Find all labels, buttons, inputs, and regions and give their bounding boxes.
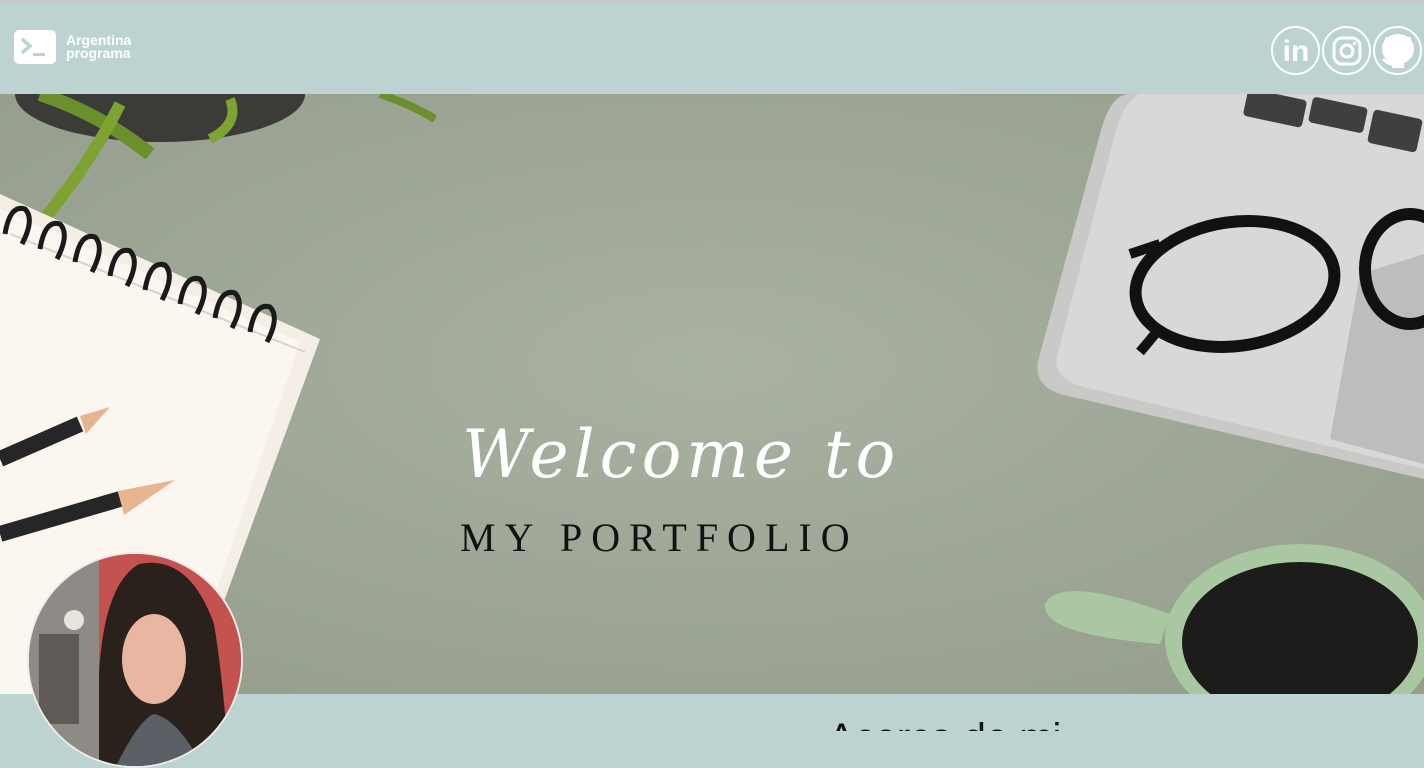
about-heading: Acerca de mi — [828, 716, 1061, 731]
logo-text: Argentina programa — [66, 33, 131, 61]
portfolio-subheading: MY PORTFOLIO — [460, 515, 859, 560]
profile-photo — [27, 552, 243, 768]
welcome-heading: Welcome to — [462, 416, 901, 493]
linkedin-icon[interactable]: in — [1271, 26, 1320, 75]
top-navbar: Argentina programa in — [0, 2, 1424, 94]
github-icon[interactable] — [1373, 26, 1422, 75]
social-links: in — [1271, 26, 1422, 75]
instagram-icon[interactable] — [1322, 26, 1371, 75]
argentina-programa-logo[interactable]: Argentina programa — [14, 30, 131, 64]
linkedin-label: in — [1282, 36, 1309, 66]
logo-line-2: programa — [66, 45, 131, 61]
terminal-icon — [14, 30, 56, 64]
